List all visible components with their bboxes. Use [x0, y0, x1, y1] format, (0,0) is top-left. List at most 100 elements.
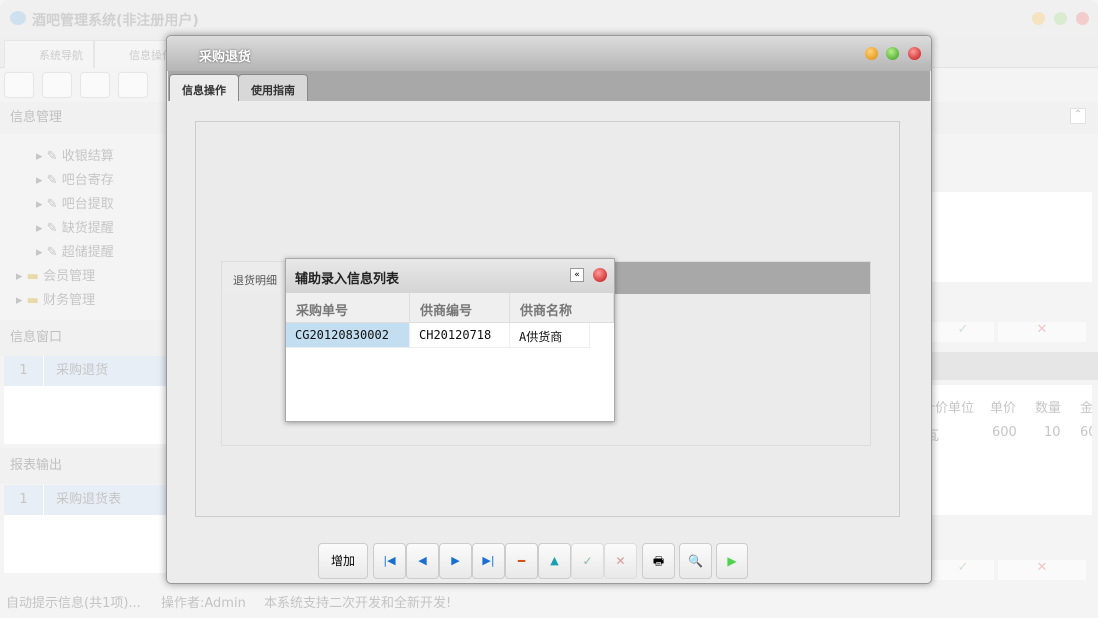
tree-label: 吧台提取 — [61, 197, 114, 212]
folder-icon: ▬ — [26, 269, 39, 284]
status-tip: 自动提示信息(共1项)... — [6, 596, 141, 611]
x-icon: ✕ — [615, 554, 626, 568]
report-list: 1 采购退货表 — [4, 485, 166, 573]
table-cell: 10 — [1044, 425, 1061, 440]
tree-item[interactable]: ▸ ✎ 收银结算 — [36, 145, 114, 169]
up-icon: ▲ — [550, 554, 559, 567]
tree-label: 吧台寄存 — [61, 173, 114, 188]
section-title: 报表输出 — [10, 458, 63, 473]
button-label: 增加 — [330, 554, 355, 568]
cancel-button[interactable]: ✕ — [604, 543, 637, 579]
folder-item[interactable]: ▸ ▬ 财务管理 — [16, 289, 95, 313]
tab-user-guide[interactable]: 使用指南 — [238, 74, 308, 101]
first-icon: |◀ — [383, 554, 396, 567]
row-name: 采购退货表 — [56, 492, 122, 507]
minimize-button[interactable] — [865, 47, 878, 60]
tab-label: 系统导航 — [39, 49, 83, 62]
document-tool-button[interactable] — [80, 72, 110, 98]
report-header: 报表输出 — [0, 448, 166, 484]
row-number: 1 — [4, 485, 44, 515]
user-tool-button[interactable] — [118, 72, 148, 98]
collapse-icon[interactable]: ⌃ — [1070, 108, 1086, 124]
column-header[interactable]: 采购单号 — [286, 293, 410, 323]
preview-button[interactable]: 🔍 — [679, 543, 712, 579]
confirm-button-bg[interactable]: ✓ — [932, 322, 994, 342]
section-title: 信息管理 — [10, 110, 63, 125]
table-cell: 60 — [1080, 425, 1092, 440]
right-section-header — [932, 352, 1098, 380]
folder-icon: ▬ — [26, 293, 39, 308]
header-label: 采购单号 — [296, 304, 349, 319]
header-label: 供商编号 — [420, 304, 473, 319]
first-record-button[interactable]: |◀ — [373, 543, 406, 579]
column-header[interactable]: 供商名称 — [510, 293, 614, 323]
folder-item[interactable]: ▸ ▬ 会员管理 — [16, 265, 95, 289]
prev-icon: ◀ — [418, 554, 427, 567]
folder-label: 财务管理 — [43, 293, 96, 308]
tree-item[interactable]: ▸ ✎ 缺货提醒 — [36, 217, 114, 241]
status-slogan: 本系统支持二次开发和全新开发! — [264, 596, 452, 611]
tab-system-nav[interactable]: 系统导航 — [4, 40, 94, 68]
table-cell[interactable]: CG20120830002 — [286, 323, 410, 348]
column-header: 单价 — [990, 401, 1017, 416]
run-button[interactable]: ▶ — [716, 543, 748, 579]
column-header: 数量 — [1035, 401, 1062, 416]
search-tool-button[interactable] — [4, 72, 34, 98]
popup-header: 辅助录入信息列表 — [286, 259, 614, 293]
delete-button[interactable]: ━ — [505, 543, 538, 579]
row-number: 1 — [4, 356, 44, 386]
status-operator: 操作者:Admin — [161, 596, 246, 611]
magnifier-icon: 🔍 — [688, 554, 703, 568]
last-record-button[interactable]: ▶| — [472, 543, 505, 579]
helper-list-popup: 辅助录入信息列表 « 采购单号 供商编号 供商名称 CG20120830002 … — [285, 258, 615, 422]
dialog-title: 采购退货 — [199, 50, 252, 65]
tree-item[interactable]: ▸ ✎ 吧台寄存 — [36, 169, 114, 193]
header-label: 供商名称 — [520, 304, 573, 319]
app-title-bar: 酒吧管理系统(非注册用户) — [0, 0, 1098, 36]
tab-info-ops[interactable]: 信息操作 — [169, 74, 239, 101]
double-chevron-left-icon: « — [574, 270, 580, 280]
cancel-button-bg[interactable]: ✕ — [998, 322, 1086, 342]
info-window-list: 1 采购退货 — [4, 356, 166, 444]
table-cell[interactable]: A供货商 — [510, 323, 590, 348]
collapse-button[interactable]: « — [570, 268, 584, 282]
tab-label: 使用指南 — [251, 84, 295, 97]
next-record-button[interactable]: ▶ — [439, 543, 472, 579]
table-cell: 600 — [992, 425, 1017, 440]
maximize-button[interactable] — [886, 47, 899, 60]
info-window-header: 信息窗口 — [0, 320, 166, 356]
save-button[interactable]: ✓ — [571, 543, 604, 579]
close-button[interactable] — [593, 268, 607, 282]
list-item[interactable]: 1 采购退货 — [4, 356, 166, 386]
tab-label: 退货明细 — [233, 274, 277, 287]
table-cell: 瓦 — [932, 429, 940, 444]
folder-list: ▸ ▬ 会员管理 ▸ ▬ 财务管理 — [16, 265, 95, 313]
tree-item[interactable]: ▸ ✎ 吧台提取 — [36, 193, 114, 217]
print-button[interactable]: 🖶 — [642, 543, 675, 579]
minimize-button[interactable] — [1032, 12, 1045, 25]
next-icon: ▶ — [451, 554, 460, 567]
app-title: 酒吧管理系统(非注册用户) — [32, 13, 199, 29]
section-title: 信息窗口 — [10, 330, 63, 345]
tree-label: 超储提醒 — [61, 245, 114, 260]
close-button[interactable] — [908, 47, 921, 60]
maximize-button[interactable] — [1054, 12, 1067, 25]
prev-record-button[interactable]: ◀ — [406, 543, 439, 579]
column-header[interactable]: 供商编号 — [410, 293, 510, 323]
tab-return-detail[interactable]: 退货明细 — [222, 262, 286, 294]
folder-label: 会员管理 — [43, 269, 96, 284]
edit-button[interactable]: ▲ — [538, 543, 571, 579]
cancel-button-bg[interactable]: ✕ — [998, 560, 1086, 580]
dialog-title-bar[interactable]: 采购退货 — [167, 36, 931, 71]
list-item[interactable]: 1 采购退货表 — [4, 485, 166, 515]
column-header: 金 — [1080, 401, 1092, 416]
add-button[interactable]: 增加 — [318, 543, 368, 579]
confirm-button-bg[interactable]: ✓ — [932, 560, 994, 580]
popup-title: 辅助录入信息列表 — [295, 272, 400, 287]
list-tool-button[interactable] — [42, 72, 72, 98]
table-cell[interactable]: CH20120718 — [410, 323, 510, 348]
close-button[interactable] — [1076, 12, 1089, 25]
right-panel-area — [932, 192, 1092, 282]
tree-item[interactable]: ▸ ✎ 超储提醒 — [36, 241, 114, 265]
play-icon: ▶ — [727, 554, 737, 568]
